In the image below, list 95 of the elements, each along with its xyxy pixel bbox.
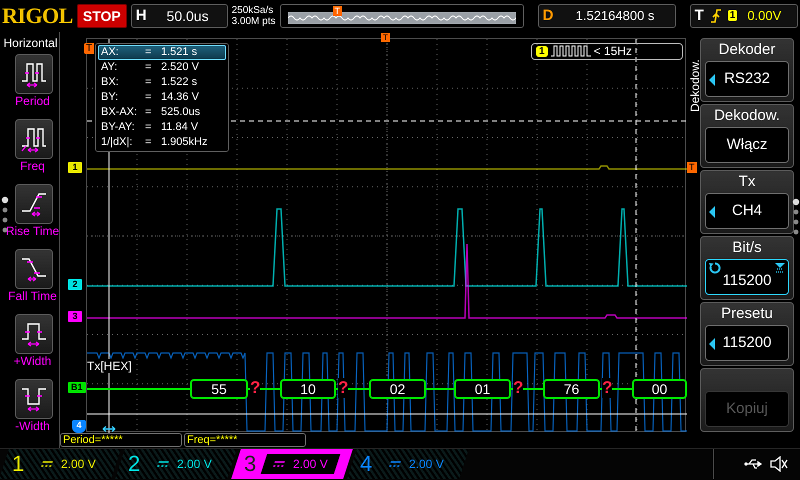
trigger-position-marker[interactable]: T (381, 32, 390, 42)
left-triangle-icon (709, 74, 715, 86)
menu-tab[interactable]: Dekodow. (688, 58, 702, 112)
decoded-byte: 76 (543, 378, 600, 398)
measure-label: Period (15, 94, 50, 108)
readout-row[interactable]: AY: = 2.520 V (98, 60, 226, 74)
run-stop-button[interactable]: STOP (76, 4, 127, 28)
trigger-level: 0.00V (747, 8, 782, 24)
channel-scale: 2.00 V (293, 457, 328, 472)
speaker-muted-icon (770, 456, 788, 472)
softkey-title: Dekodow. (714, 106, 780, 126)
menu-title: Horizontal (3, 36, 58, 50)
trigger-position-marker: T (332, 6, 342, 16)
channel-marker[interactable]: 1 (68, 162, 82, 172)
trigger-position-marker[interactable]: T (84, 42, 94, 54)
freq-measure-button[interactable] (14, 118, 52, 158)
pwidth-measure-button[interactable] (14, 314, 52, 354)
measure-label: Freq (20, 158, 45, 172)
dc-coupling-icon (272, 460, 287, 468)
brand-logo: RIGOL (2, 2, 73, 29)
trigger-label: T (694, 7, 704, 24)
measure-label: Fall Time (8, 288, 57, 302)
softkey-title: Dekoder (718, 40, 776, 60)
softkey-button[interactable]: 115200 (705, 324, 789, 360)
trigger-display[interactable]: T 1 0.00V (690, 4, 798, 28)
frequency-value: < 15Hz (594, 44, 632, 58)
measurement-readout: Freq=***** (184, 432, 306, 446)
period-measure-button[interactable] (14, 54, 52, 94)
sample-rate: 250kSa/s (232, 4, 274, 16)
timebase-value: 50.0us (166, 8, 210, 24)
trigger-source-badge: 1 (728, 10, 738, 22)
softkey-button[interactable]: Włącz (705, 126, 789, 162)
readout-row[interactable]: BX: = 1.522 s (98, 74, 226, 90)
delay-display[interactable]: D 1.52164800 s (538, 4, 676, 28)
measure-label: +Width (14, 354, 52, 368)
channel-tab[interactable]: 4 2.00 V (347, 449, 469, 480)
dc-coupling-icon (40, 460, 55, 468)
channel-tab[interactable]: 2 2.00 V (115, 449, 237, 480)
error-mark: ? (338, 378, 348, 398)
rotate-icon (709, 262, 721, 274)
channel-tab[interactable]: 3 2.00 V (231, 449, 353, 480)
dc-coupling-icon (388, 460, 403, 468)
decoded-byte: 01 (454, 378, 511, 398)
trigger-level-marker[interactable]: T (687, 162, 696, 172)
readout-row[interactable]: BY-AY: = 11.84 V (98, 120, 226, 134)
channel-number: 2 (128, 451, 140, 478)
cursor-line[interactable] (87, 413, 687, 414)
channel-marker[interactable]: 4 (72, 420, 86, 432)
error-mark: ? (602, 378, 612, 398)
rise-measure-button[interactable] (14, 184, 52, 224)
readout-row[interactable]: 1/|dX|: = 1.905kHz (98, 134, 226, 150)
memory-depth: 3.00M pts (232, 16, 276, 27)
timebase-label: H (136, 7, 147, 24)
softkey-title: Bit/s (732, 238, 762, 258)
channel-scale: 2.00 V (177, 457, 212, 472)
measure-label: -Width (15, 418, 50, 432)
usb-icon (744, 458, 764, 470)
dc-coupling-icon (156, 460, 171, 468)
channel-marker[interactable]: 2 (68, 278, 82, 290)
softkey-title: Presetu (721, 304, 773, 324)
channel-marker[interactable]: B1 (68, 382, 86, 392)
softkey-button[interactable]: RS232 (705, 60, 789, 96)
measurement-readout: Period=***** (60, 432, 182, 446)
measure-label: Rise Time (6, 224, 60, 238)
channel-badge: 1 (536, 46, 548, 56)
decoded-byte: 00 (632, 378, 687, 398)
softkey-button[interactable]: 115200 (705, 258, 789, 294)
readout-row[interactable]: AX: = 1.521 s (98, 44, 226, 60)
delay-label: D (542, 7, 554, 24)
decoded-byte: 55 (190, 378, 248, 398)
left-triangle-icon (709, 206, 715, 218)
softkey-button[interactable]: CH4 (705, 192, 789, 228)
channel-number: 4 (360, 451, 372, 478)
channel-tab[interactable]: 1 2.00 V (0, 449, 121, 480)
channel-number: 1 (12, 451, 24, 478)
cursor-handle-icon[interactable] (102, 425, 116, 432)
step-down-icon (775, 262, 785, 274)
softkey-title: Tx (738, 172, 756, 192)
timebase-display[interactable]: H 50.0us (130, 4, 228, 28)
left-triangle-icon (709, 338, 715, 350)
nwidth-measure-button[interactable] (14, 378, 52, 418)
channel-scale: 2.00 V (409, 457, 444, 472)
decoded-byte: 10 (280, 378, 336, 398)
channel-marker[interactable]: 3 (68, 310, 82, 322)
page-indicator-icon (792, 198, 800, 236)
square-wave-icon (550, 45, 591, 57)
readout-row[interactable]: BY: = 14.36 V (98, 90, 226, 104)
delay-value: 1.52164800 s (574, 8, 656, 24)
channel-number: 3 (244, 451, 256, 478)
readout-row[interactable]: BX-AX: = 525.0us (98, 104, 226, 120)
decoded-byte: 02 (369, 378, 426, 398)
decode-label: Tx[HEX] (87, 358, 134, 372)
fall-measure-button[interactable] (14, 248, 52, 288)
rising-edge-icon (710, 8, 722, 23)
channel-scale: 2.00 V (61, 457, 96, 472)
